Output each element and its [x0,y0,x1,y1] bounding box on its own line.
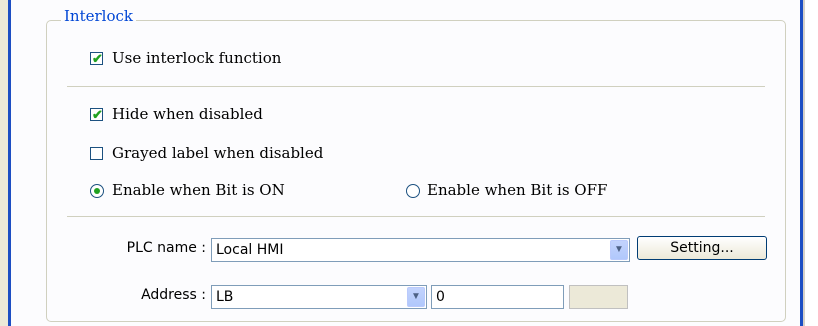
group-title: Interlock [61,7,136,25]
plc-name-select[interactable]: Local HMI ▼ [211,238,630,262]
use-interlock-label: Use interlock function [112,49,282,67]
plc-name-value: Local HMI [216,242,284,258]
check-icon: ✔ [92,107,103,122]
hide-when-disabled-checkbox[interactable]: ✔ [90,107,103,122]
chevron-down-icon[interactable]: ▼ [610,240,628,260]
enable-on-label: Enable when Bit is ON [112,181,285,199]
separator [67,86,765,87]
separator [67,216,765,217]
address-label: Address : [141,287,206,303]
radio-selected-icon [94,188,100,194]
grayed-label-checkbox[interactable] [90,147,103,160]
address-device-select[interactable]: LB ▼ [211,285,427,309]
plc-name-label: PLC name : [126,240,206,256]
address-extra-field [569,285,628,309]
window-right-border [800,0,818,326]
chevron-down-icon[interactable]: ▼ [407,287,425,307]
address-value: 0 [436,289,445,305]
use-interlock-checkbox[interactable]: ✔ [90,51,103,66]
enable-off-label: Enable when Bit is OFF [427,181,608,199]
hide-when-disabled-label: Hide when disabled [112,105,263,123]
enable-off-radio[interactable] [406,184,420,198]
grayed-label-label: Grayed label when disabled [112,144,324,162]
enable-on-radio[interactable] [90,184,104,198]
window-left-border [0,0,11,326]
address-device-value: LB [216,289,234,305]
setting-button[interactable]: Setting... [637,236,767,260]
check-icon: ✔ [92,51,103,66]
address-input[interactable]: 0 [431,285,564,309]
